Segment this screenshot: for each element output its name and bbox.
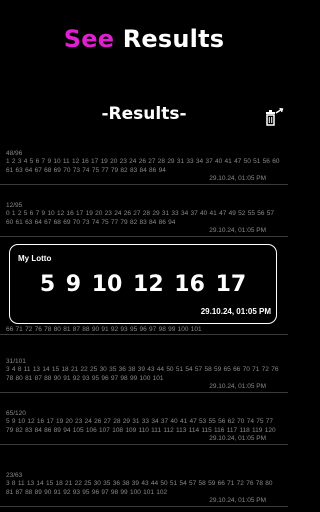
row-numbers: 0 1 2 5 6 7 9 10 12 16 17 19 20 23 24 26… xyxy=(6,210,275,226)
result-card-highlight[interactable]: My Lotto 5 9 10 12 16 17 29.10.24, 01:05… xyxy=(9,244,277,324)
row-numbers: 66 71 72 76 78 80 81 87 88 90 91 92 93 9… xyxy=(6,326,202,333)
row-date: 29.10.24, 01:05 PM xyxy=(209,497,266,505)
row-count: 23/63 xyxy=(6,472,23,479)
card-date: 29.10.24, 01:05 PM xyxy=(200,307,271,316)
result-row[interactable]: 65/120 5 9 10 12 16 17 19 20 23 24 26 27… xyxy=(0,410,288,445)
result-row[interactable]: 31/101 3 4 8 11 13 14 15 18 21 22 25 30 … xyxy=(0,358,288,393)
title-rest: Results xyxy=(122,25,225,53)
card-name: My Lotto xyxy=(18,254,52,263)
title-accent: See xyxy=(63,25,115,53)
result-row[interactable]: 66 71 72 76 78 80 81 87 88 90 91 92 93 9… xyxy=(0,326,288,336)
row-date: 29.10.24, 01:05 PM xyxy=(209,383,266,391)
row-numbers: 1 2 3 4 5 6 7 9 10 11 12 16 17 19 20 23 … xyxy=(6,158,280,174)
row-count: 12/95 xyxy=(6,202,23,209)
row-numbers: 3 8 11 13 14 15 18 21 22 25 30 35 36 38 … xyxy=(6,480,273,496)
row-count: 48/96 xyxy=(6,150,23,157)
row-numbers: 3 4 8 11 13 14 15 18 21 22 25 30 35 36 3… xyxy=(6,366,279,382)
row-date: 29.10.24, 01:05 PM xyxy=(209,227,266,235)
row-count: 31/101 xyxy=(6,358,26,365)
row-date: 29.10.24, 01:05 PM xyxy=(209,175,266,183)
row-numbers: 5 9 10 12 16 17 19 20 23 24 26 27 28 29 … xyxy=(6,418,276,434)
results-heading: -Results- xyxy=(101,104,187,124)
result-row[interactable]: 12/95 0 1 2 5 6 7 9 10 12 16 17 19 20 23… xyxy=(0,202,288,237)
result-row[interactable]: 48/96 1 2 3 4 5 6 7 9 10 11 12 16 17 19 … xyxy=(0,150,288,185)
page-title: See Results xyxy=(0,25,288,53)
card-numbers: 5 9 10 12 16 17 xyxy=(39,272,247,297)
row-date: 29.10.24, 01:05 PM xyxy=(209,435,266,443)
result-row[interactable]: 23/63 3 8 11 13 14 15 18 21 22 25 30 35 … xyxy=(0,472,288,507)
trash-icon[interactable] xyxy=(262,106,284,128)
row-count: 65/120 xyxy=(6,410,26,417)
results-list[interactable]: 48/96 1 2 3 4 5 6 7 9 10 11 12 16 17 19 … xyxy=(0,146,288,512)
